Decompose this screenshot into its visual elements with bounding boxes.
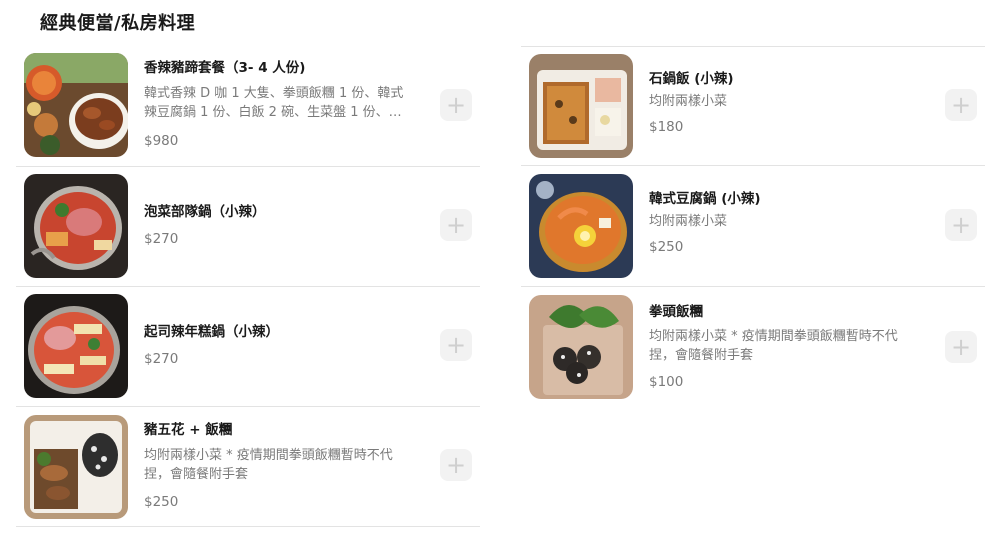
item-price: $100 [649,374,684,390]
menu-item-spicy-pork-trotter-set[interactable]: 香辣豬蹄套餐（3- 4 人份) 韓式香辣 D 咖 1 大隻、拳頭飯糰 1 份、韓… [16,47,480,167]
menu-item-korean-tofu-stew[interactable]: 韓式豆腐鍋 (小辣) 均附兩樣小菜 $250 + [521,167,985,287]
menu-item-stone-pot-rice[interactable]: 石鍋飯 (小辣) 均附兩樣小菜 $180 + [521,46,985,166]
item-info: 石鍋飯 (小辣) 均附兩樣小菜 $180 [649,69,915,137]
food-image [529,174,633,278]
add-to-cart-button[interactable]: + [945,331,977,363]
food-image [24,174,128,278]
food-image [24,53,128,157]
item-description: 均附兩樣小菜 * 疫情期間拳頭飯糰暫時不代捏，會隨餐附手套 [144,448,393,482]
food-image [529,54,633,158]
item-price: $270 [144,351,179,367]
item-description: 均附兩樣小菜 [649,94,728,109]
section-title: 經典便當/私房料理 [40,13,196,34]
item-price: $250 [144,494,179,510]
item-name: 石鍋飯 (小辣) [649,71,734,87]
menu-item-kimchi-army-stew[interactable]: 泡菜部隊鍋（小辣） $270 + [16,167,480,287]
item-description: 韓式香辣 D 咖 1 大隻、拳頭飯糰 1 份、韓式辣豆腐鍋 1 份、白飯 2 碗… [144,86,404,120]
food-image [24,294,128,398]
item-name: 香辣豬蹄套餐（3- 4 人份) [144,60,306,76]
item-price: $250 [649,239,684,255]
add-to-cart-button[interactable]: + [945,89,977,121]
item-description: 均附兩樣小菜 * 疫情期間拳頭飯糰暫時不代捏，會隨餐附手套 [649,329,898,363]
item-info: 泡菜部隊鍋（小辣） $270 [144,202,410,249]
item-description: 均附兩樣小菜 [649,214,728,229]
item-price: $980 [144,133,179,149]
item-name: 泡菜部隊鍋（小辣） [144,204,266,220]
item-info: 拳頭飯糰 均附兩樣小菜 * 疫情期間拳頭飯糰暫時不代捏，會隨餐附手套 $100 [649,302,915,392]
add-to-cart-button[interactable]: + [945,209,977,241]
add-to-cart-button[interactable]: + [440,89,472,121]
item-name: 韓式豆腐鍋 (小辣) [649,191,761,207]
item-info: 起司辣年糕鍋（小辣） $270 [144,322,410,369]
item-price: $180 [649,119,684,135]
add-to-cart-button[interactable]: + [440,329,472,361]
item-name: 拳頭飯糰 [649,304,703,320]
item-name: 豬五花 + 飯糰 [144,422,233,438]
item-name: 起司辣年糕鍋（小辣） [144,324,279,340]
item-price: $270 [144,231,179,247]
item-info: 香辣豬蹄套餐（3- 4 人份) 韓式香辣 D 咖 1 大隻、拳頭飯糰 1 份、韓… [144,58,410,151]
menu-item-fist-rice-ball[interactable]: 拳頭飯糰 均附兩樣小菜 * 疫情期間拳頭飯糰暫時不代捏，會隨餐附手套 $100 … [521,287,985,407]
add-to-cart-button[interactable]: + [440,449,472,481]
item-info: 豬五花 + 飯糰 均附兩樣小菜 * 疫情期間拳頭飯糰暫時不代捏，會隨餐附手套 $… [144,420,410,512]
add-to-cart-button[interactable]: + [440,209,472,241]
menu-item-pork-belly-rice-ball[interactable]: 豬五花 + 飯糰 均附兩樣小菜 * 疫情期間拳頭飯糰暫時不代捏，會隨餐附手套 $… [16,407,480,527]
food-image [529,295,633,399]
item-info: 韓式豆腐鍋 (小辣) 均附兩樣小菜 $250 [649,189,915,257]
food-image [24,415,128,519]
menu-item-cheese-rice-cake-stew[interactable]: 起司辣年糕鍋（小辣） $270 + [16,287,480,407]
